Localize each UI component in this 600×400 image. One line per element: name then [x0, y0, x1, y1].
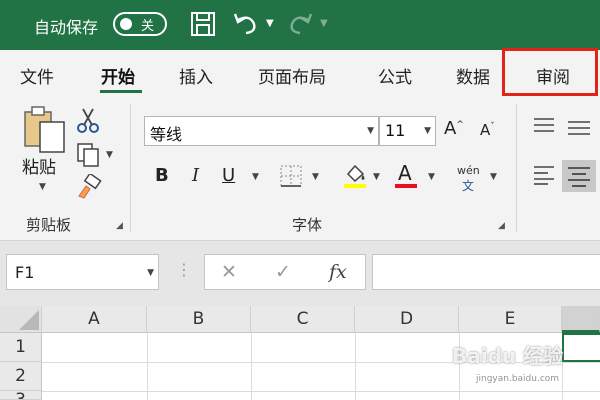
- enter-icon[interactable]: ✓: [275, 261, 291, 283]
- insert-function-button[interactable]: fx: [329, 261, 347, 283]
- grid-line: [355, 333, 356, 400]
- underline-dropdown-icon[interactable]: ▼: [252, 172, 259, 182]
- font-name-value: 等线: [150, 125, 183, 144]
- title-bar: 自动保存 关 ▼ ▼: [0, 0, 600, 50]
- tab-data[interactable]: 数据: [456, 63, 490, 88]
- grid-line: [251, 333, 252, 400]
- row-header[interactable]: 1: [0, 333, 42, 362]
- copy-dropdown-icon[interactable]: ▼: [106, 150, 113, 160]
- select-all-icon: [18, 310, 39, 330]
- align-left-icon[interactable]: [532, 164, 556, 186]
- save-icon[interactable]: [190, 10, 216, 38]
- active-tab-indicator: [100, 90, 142, 93]
- phonetic-dropdown-icon[interactable]: ▼: [490, 172, 497, 182]
- ribbon-separator: [516, 104, 517, 232]
- phonetic-guide-top[interactable]: wén: [457, 164, 480, 177]
- column-header[interactable]: D: [355, 306, 459, 333]
- clipboard-group-label: 剪贴板: [26, 216, 72, 234]
- undo-dropdown-icon[interactable]: ▼: [266, 18, 274, 29]
- redo-dropdown-icon[interactable]: ▼: [320, 18, 328, 29]
- bold-button[interactable]: B: [155, 165, 169, 186]
- fill-color-icon[interactable]: [342, 162, 368, 190]
- select-all-button[interactable]: [0, 306, 42, 333]
- font-name-dropdown-icon[interactable]: ▼: [367, 126, 374, 136]
- name-box[interactable]: F1 ▼: [6, 254, 159, 290]
- font-launcher-icon[interactable]: ◢: [498, 221, 505, 231]
- column-header[interactable]: C: [251, 306, 355, 333]
- font-group-label: 字体: [292, 216, 323, 234]
- border-icon[interactable]: [279, 164, 303, 188]
- watermark: Baidu 经验: [452, 344, 564, 368]
- decrease-font-size-button[interactable]: Aˇ: [480, 121, 495, 139]
- paste-icon[interactable]: [22, 104, 68, 156]
- font-size-value: 11: [385, 121, 406, 140]
- row-header[interactable]: 3: [0, 391, 42, 400]
- format-painter-icon[interactable]: [76, 174, 102, 200]
- align-center-button[interactable]: [562, 160, 596, 192]
- clipboard-launcher-icon[interactable]: ◢: [116, 221, 123, 231]
- column-header[interactable]: A: [42, 306, 147, 333]
- increase-font-size-button[interactable]: A^: [444, 118, 464, 139]
- row-header[interactable]: 2: [0, 362, 42, 391]
- formula-input[interactable]: [372, 254, 600, 290]
- toggle-knob: [120, 18, 132, 30]
- formula-bar-grip-icon[interactable]: ⋮: [176, 260, 192, 279]
- formula-controls: ✕ ✓ fx: [204, 254, 366, 290]
- watermark-url: jingyan.baidu.com: [476, 374, 560, 384]
- fill-color-dropdown-icon[interactable]: ▼: [373, 172, 380, 182]
- font-color-bar: [395, 184, 417, 188]
- font-color-button[interactable]: A: [398, 161, 412, 185]
- border-dropdown-icon[interactable]: ▼: [312, 172, 319, 182]
- column-header-selected[interactable]: [562, 306, 600, 333]
- font-color-dropdown-icon[interactable]: ▼: [428, 172, 435, 182]
- cut-icon[interactable]: [76, 106, 100, 134]
- column-header[interactable]: E: [459, 306, 562, 333]
- tab-formulas[interactable]: 公式: [378, 63, 412, 88]
- align-top-icon[interactable]: [532, 116, 556, 136]
- autosave-toggle[interactable]: 关: [113, 12, 167, 36]
- copy-icon[interactable]: [76, 142, 102, 168]
- align-middle-icon[interactable]: [566, 118, 592, 138]
- name-box-value: F1: [15, 263, 35, 282]
- autosave-state: 关: [141, 19, 155, 34]
- tab-page-layout[interactable]: 页面布局: [258, 63, 326, 88]
- undo-icon[interactable]: [232, 10, 260, 38]
- review-tab-highlight: [502, 48, 598, 96]
- name-box-dropdown-icon[interactable]: ▼: [147, 268, 154, 278]
- column-header[interactable]: B: [147, 306, 251, 333]
- font-name-select[interactable]: 等线 ▼: [144, 116, 379, 146]
- tab-insert[interactable]: 插入: [179, 63, 213, 88]
- align-center-icon: [568, 167, 590, 187]
- tab-file[interactable]: 文件: [20, 63, 54, 88]
- ribbon-separator: [130, 104, 131, 232]
- font-size-dropdown-icon[interactable]: ▼: [424, 126, 431, 136]
- paste-label[interactable]: 粘贴: [22, 153, 56, 178]
- underline-button[interactable]: U: [222, 165, 235, 186]
- phonetic-guide-bottom[interactable]: 文: [462, 177, 474, 194]
- cancel-icon[interactable]: ✕: [221, 261, 237, 283]
- tab-home[interactable]: 开始: [101, 63, 135, 88]
- active-cell[interactable]: [562, 333, 600, 362]
- paste-dropdown-icon[interactable]: ▼: [39, 182, 46, 192]
- grid-line: [42, 391, 600, 392]
- redo-icon[interactable]: [286, 10, 314, 38]
- italic-button[interactable]: I: [192, 165, 199, 186]
- autosave-label: 自动保存: [34, 18, 99, 37]
- grid-line: [147, 333, 148, 400]
- font-size-select[interactable]: 11 ▼: [379, 116, 436, 146]
